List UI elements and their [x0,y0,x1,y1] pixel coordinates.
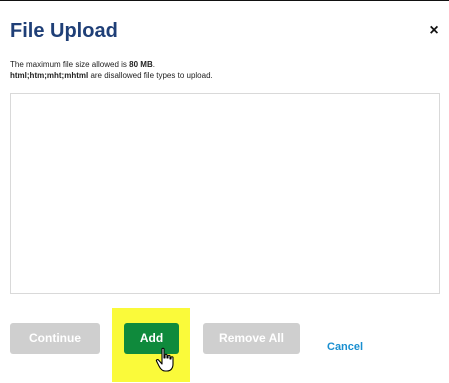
cancel-link[interactable]: Cancel [327,341,363,353]
dialog-title: File Upload [10,20,118,42]
disallowed-types-suffix: are disallowed file types to upload. [88,71,213,80]
disallowed-types-text: html;htm;mht;mhtml are disallowed file t… [10,70,213,81]
max-size-suffix: . [152,60,155,69]
max-size-value: 80 MB [129,60,153,69]
max-size-prefix: The maximum file size allowed is [10,60,130,69]
hand-pointer-icon [155,347,174,372]
max-size-text: The maximum file size allowed is 80 MB. [10,59,155,70]
file-upload-dialog: File Upload × The maximum file size allo… [0,0,449,383]
close-icon[interactable]: × [427,23,441,39]
disallowed-types-list: html;htm;mht;mhtml [10,71,89,80]
continue-button[interactable]: Continue [10,323,100,354]
file-drop-area[interactable] [10,93,440,294]
remove-all-button[interactable]: Remove All [203,323,300,354]
